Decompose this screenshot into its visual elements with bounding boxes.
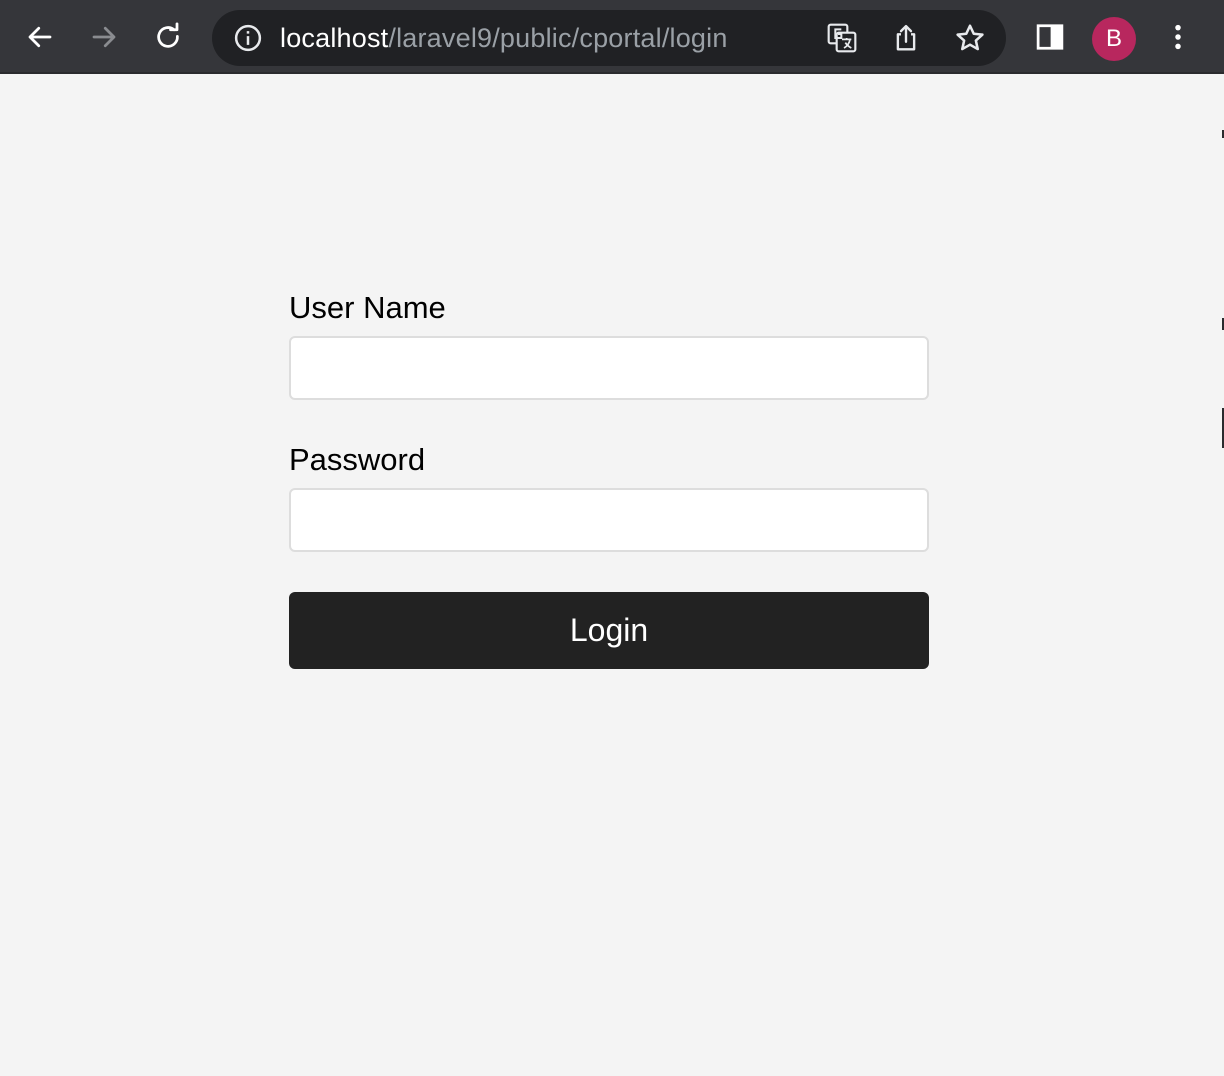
profile-avatar[interactable]: B xyxy=(1092,17,1136,61)
url-path: /laravel9/public/cportal/login xyxy=(388,23,728,53)
reload-icon xyxy=(157,22,179,48)
password-input[interactable] xyxy=(289,488,929,552)
kebab-menu-icon xyxy=(1175,24,1181,50)
field-spacer xyxy=(289,400,929,438)
browser-toolbar: localhost/laravel9/public/cportal/login xyxy=(0,0,1224,74)
browser-menu-button[interactable] xyxy=(1154,13,1202,61)
share-button[interactable] xyxy=(886,18,926,58)
side-panel-button[interactable] xyxy=(1026,13,1074,61)
translate-button[interactable] xyxy=(822,18,862,58)
address-bar[interactable]: localhost/laravel9/public/cportal/login xyxy=(212,10,1006,66)
site-info-button[interactable] xyxy=(228,18,268,58)
back-arrow-icon xyxy=(28,26,52,48)
page-content: User Name Password Login xyxy=(0,74,1224,1076)
share-icon xyxy=(896,24,916,51)
avatar-letter: B xyxy=(1105,25,1122,52)
url-text[interactable]: localhost/laravel9/public/cportal/login xyxy=(280,10,728,66)
forward-button[interactable] xyxy=(80,13,128,61)
login-form: User Name Password Login xyxy=(289,286,929,669)
login-button[interactable]: Login xyxy=(289,592,929,669)
translate-icon xyxy=(827,23,857,53)
back-button[interactable] xyxy=(16,13,64,61)
password-label: Password xyxy=(289,442,426,477)
username-label: User Name xyxy=(289,290,446,325)
username-input[interactable] xyxy=(289,336,929,400)
star-icon xyxy=(956,24,984,51)
url-host: localhost xyxy=(280,23,389,53)
info-icon xyxy=(234,24,262,52)
bookmark-button[interactable] xyxy=(950,18,990,58)
forward-arrow-icon xyxy=(92,26,116,48)
side-panel-icon xyxy=(1036,24,1064,50)
reload-button[interactable] xyxy=(144,13,192,61)
